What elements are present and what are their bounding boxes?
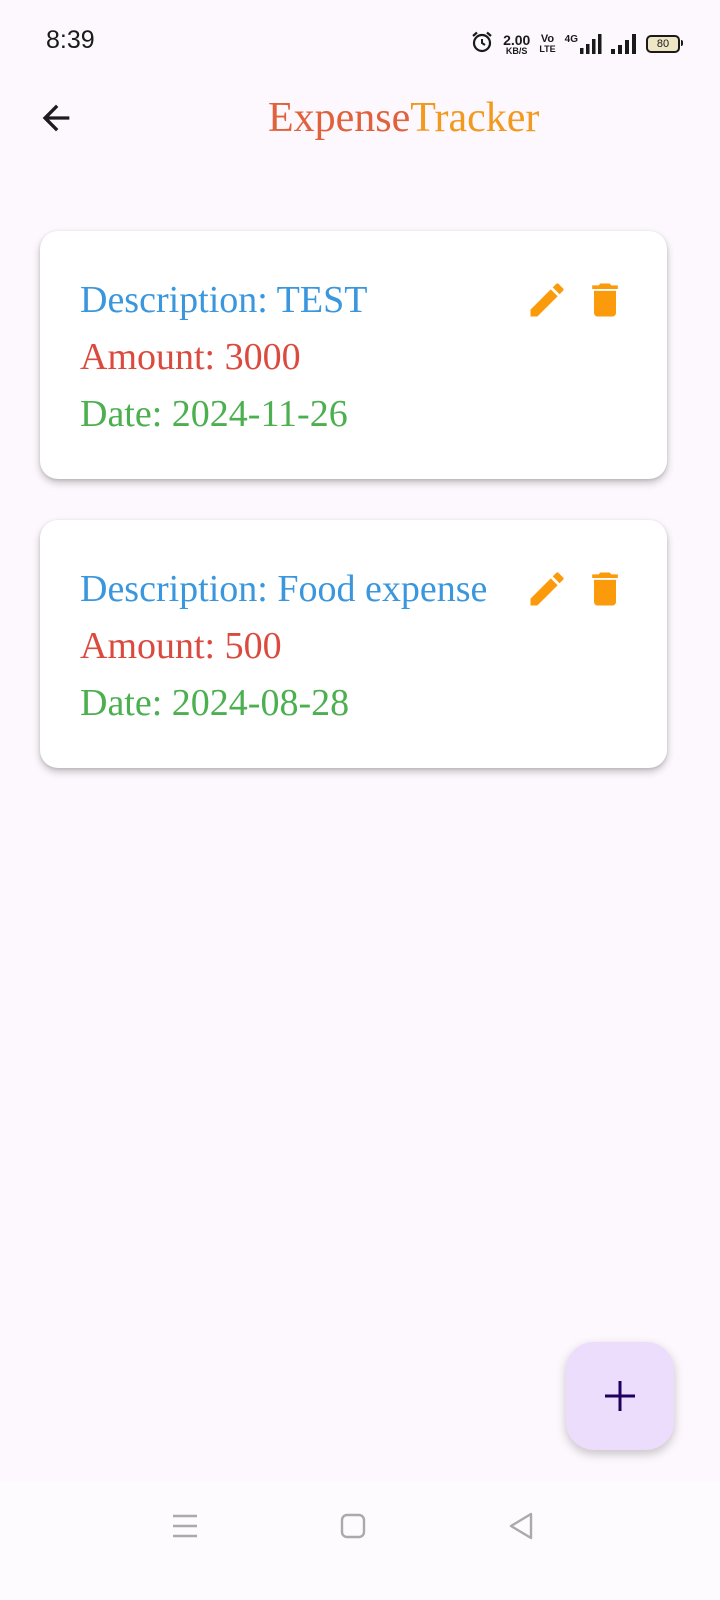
- edit-button[interactable]: [524, 566, 570, 612]
- app-title-part-2: Tracker: [410, 95, 540, 141]
- back-nav-button[interactable]: [496, 1506, 546, 1546]
- arrow-left-icon: [42, 104, 70, 132]
- app-title: ExpenseTracker: [268, 94, 539, 142]
- battery-level: 80: [656, 38, 670, 50]
- expense-card: Description: TEST Amount: 3000 Date: 202…: [40, 231, 667, 479]
- signal-strength-icon-2: [611, 34, 636, 54]
- expense-date: Date: 2024-08-28: [80, 682, 350, 724]
- square-icon: [340, 1513, 366, 1539]
- expense-amount: Amount: 3000: [80, 336, 301, 378]
- network-speed-value: 2.00: [503, 31, 531, 48]
- add-expense-button[interactable]: [566, 1342, 674, 1450]
- volte-indicator: Vo LTE: [539, 34, 555, 54]
- alarm-icon: [470, 30, 494, 59]
- home-button[interactable]: [328, 1506, 378, 1546]
- expense-card: Description: Food expense Amount: 500 Da…: [40, 520, 667, 768]
- trash-icon: [592, 283, 618, 317]
- triangle-back-icon: [509, 1512, 533, 1540]
- status-icons: 2.00 KB/S Vo LTE 4G 80: [470, 28, 683, 60]
- expense-description: Description: TEST: [80, 279, 368, 321]
- pencil-icon: [530, 283, 564, 317]
- app-title-part-1: Expense: [268, 95, 411, 141]
- expense-date: Date: 2024-11-26: [80, 393, 348, 435]
- volte-bottom: LTE: [539, 44, 556, 54]
- status-time: 8:39: [46, 26, 95, 54]
- network-label: 4G: [564, 34, 578, 45]
- navigation-bar: [0, 1482, 720, 1600]
- network-speed: 2.00 KB/S: [503, 33, 530, 56]
- network-speed-unit: KB/S: [505, 45, 528, 56]
- status-bar: 8:39 2.00 KB/S Vo LTE 4G 80: [0, 0, 720, 88]
- signal-strength-icon: [580, 34, 602, 54]
- recent-apps-button[interactable]: [160, 1506, 210, 1546]
- plus-icon: [605, 1381, 635, 1411]
- delete-button[interactable]: [582, 277, 628, 323]
- menu-icon: [173, 1514, 197, 1538]
- edit-button[interactable]: [524, 277, 570, 323]
- expense-description: Description: Food expense: [80, 568, 488, 610]
- network-4g: 4G: [565, 34, 602, 54]
- trash-icon: [592, 572, 618, 606]
- expense-amount: Amount: 500: [80, 625, 282, 667]
- delete-button[interactable]: [582, 566, 628, 612]
- battery-indicator: 80: [646, 35, 683, 53]
- back-button[interactable]: [30, 94, 82, 142]
- pencil-icon: [530, 572, 564, 606]
